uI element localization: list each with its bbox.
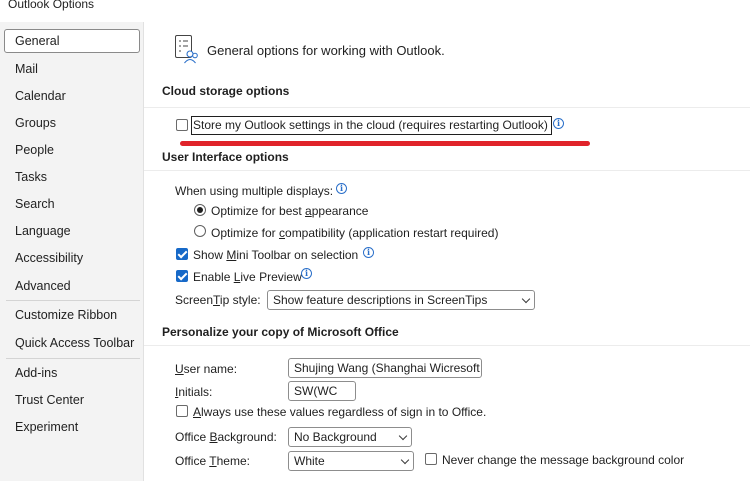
sidebar-item-general[interactable]: General bbox=[4, 29, 140, 53]
office-background-value: No Background bbox=[294, 430, 377, 444]
section-divider bbox=[144, 107, 750, 108]
screentip-style-value: Show feature descriptions in ScreenTips bbox=[273, 293, 488, 307]
section-divider bbox=[144, 345, 750, 346]
always-use-values-label[interactable]: Always use these values regardless of si… bbox=[193, 405, 486, 419]
sidebar-item-add-ins[interactable]: Add-ins bbox=[4, 361, 140, 385]
sidebar-item-experiment[interactable]: Experiment bbox=[4, 415, 140, 439]
sidebar-item-customize-ribbon[interactable]: Customize Ribbon bbox=[4, 303, 140, 327]
optimize-compatibility-radio[interactable] bbox=[194, 225, 206, 237]
info-icon[interactable]: i bbox=[363, 247, 374, 258]
sidebar-item-people[interactable]: People bbox=[4, 138, 140, 162]
options-list-icon bbox=[175, 35, 198, 64]
sidebar-item-quick-access-toolbar[interactable]: Quick Access Toolbar bbox=[4, 331, 140, 355]
sidebar-nav: General Mail Calendar Groups People Task… bbox=[0, 22, 144, 481]
main-panel: General options for working with Outlook… bbox=[144, 22, 750, 481]
sidebar-item-mail[interactable]: Mail bbox=[4, 57, 140, 81]
sidebar-item-trust-center[interactable]: Trust Center bbox=[4, 388, 140, 412]
user-name-label: User name: bbox=[175, 362, 238, 376]
optimize-best-appearance-radio[interactable] bbox=[194, 204, 206, 216]
sidebar-item-calendar[interactable]: Calendar bbox=[4, 84, 140, 108]
info-icon[interactable]: i bbox=[336, 183, 347, 194]
sidebar-separator bbox=[6, 300, 140, 301]
window-title: Outlook Options bbox=[8, 0, 95, 11]
page-title: General options for working with Outlook… bbox=[207, 43, 445, 58]
section-title-cloud-storage: Cloud storage options bbox=[162, 84, 290, 98]
chevron-down-icon bbox=[400, 455, 410, 465]
store-settings-cloud-checkbox[interactable] bbox=[176, 119, 188, 131]
mini-toolbar-label[interactable]: Show Mini Toolbar on selection bbox=[193, 248, 358, 262]
red-underline-annotation bbox=[180, 141, 590, 146]
live-preview-checkbox[interactable] bbox=[176, 270, 188, 282]
sidebar-item-search[interactable]: Search bbox=[4, 192, 140, 216]
section-title-personalize: Personalize your copy of Microsoft Offic… bbox=[162, 325, 399, 339]
sidebar-separator bbox=[6, 358, 140, 359]
live-preview-label[interactable]: Enable Live Preview bbox=[193, 270, 302, 284]
multiple-displays-label: When using multiple displays: bbox=[175, 184, 334, 198]
screentip-style-dropdown[interactable]: Show feature descriptions in ScreenTips bbox=[267, 290, 535, 310]
never-change-background-checkbox[interactable] bbox=[425, 453, 437, 465]
sidebar-item-accessibility[interactable]: Accessibility bbox=[4, 246, 140, 270]
section-divider bbox=[144, 170, 750, 171]
office-background-label: Office Background: bbox=[175, 430, 277, 444]
office-theme-label: Office Theme: bbox=[175, 454, 250, 468]
mini-toolbar-checkbox[interactable] bbox=[176, 248, 188, 260]
never-change-background-label[interactable]: Never change the message background colo… bbox=[442, 453, 684, 467]
office-theme-dropdown[interactable]: White bbox=[288, 451, 414, 471]
initials-input[interactable]: SW(WC bbox=[288, 381, 356, 401]
office-background-dropdown[interactable]: No Background bbox=[288, 427, 412, 447]
sidebar-item-language[interactable]: Language bbox=[4, 219, 140, 243]
screentip-style-label: ScreenTip style: bbox=[175, 293, 261, 307]
sidebar-item-advanced[interactable]: Advanced bbox=[4, 274, 140, 298]
always-use-values-checkbox[interactable] bbox=[176, 405, 188, 417]
optimize-best-appearance-label[interactable]: Optimize for best appearance bbox=[211, 204, 368, 218]
info-icon[interactable]: i bbox=[301, 268, 312, 279]
store-settings-cloud-label[interactable]: Store my Outlook settings in the cloud (… bbox=[193, 118, 548, 132]
chevron-down-icon bbox=[398, 431, 408, 441]
initials-label: Initials: bbox=[175, 385, 213, 399]
section-title-ui-options: User Interface options bbox=[162, 150, 289, 164]
info-icon[interactable]: i bbox=[553, 118, 564, 129]
optimize-compatibility-label[interactable]: Optimize for compatibility (application … bbox=[211, 226, 498, 240]
chevron-down-icon bbox=[521, 294, 531, 304]
office-theme-value: White bbox=[294, 454, 325, 468]
sidebar-item-tasks[interactable]: Tasks bbox=[4, 165, 140, 189]
sidebar-item-groups[interactable]: Groups bbox=[4, 111, 140, 135]
user-name-input[interactable]: Shujing Wang (Shanghai Wicresoft bbox=[288, 358, 482, 378]
